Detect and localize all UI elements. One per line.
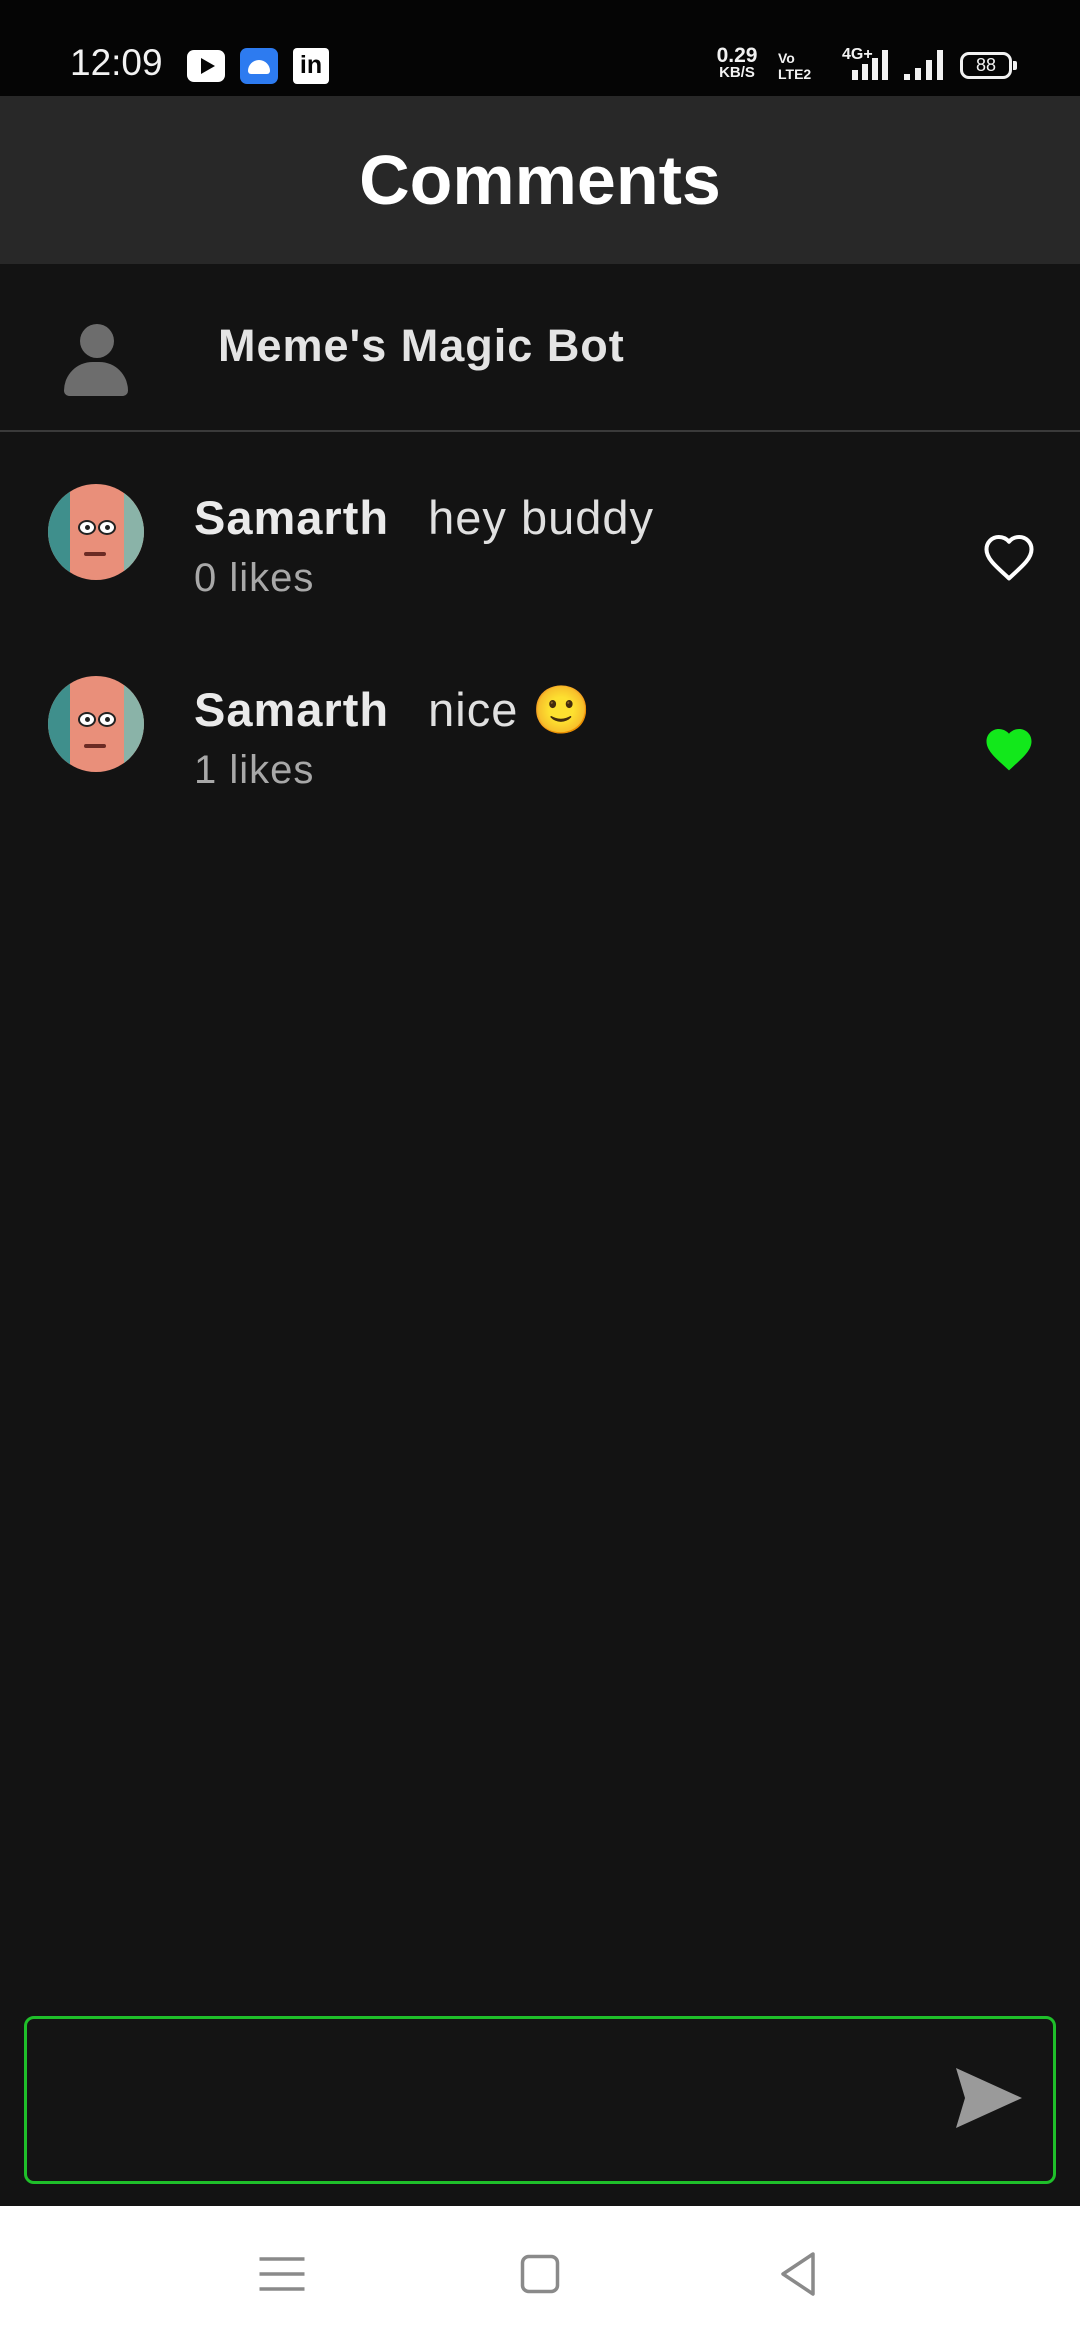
post-title: Meme's Magic Bot [218,320,625,371]
heart-filled-icon[interactable] [982,724,1036,774]
android-icon [240,48,278,84]
menu-icon[interactable] [252,2244,312,2304]
comment-line: Samarth hey buddy [194,490,654,545]
system-nav-bar [0,2206,1080,2340]
comment-line: Samarth nice 🙂 [194,682,592,738]
comment-username[interactable]: Samarth [194,491,389,544]
comment-body: nice 🙂 [428,683,592,736]
app-bar: Comments [0,96,1080,264]
status-bar: 12:09 in 0.29 KB/S Vo LTE2 4G+ 88 [0,0,1080,96]
battery-icon: 88 [960,52,1017,79]
volte-line-2: LTE2 [778,66,812,82]
volte-line-1: Vo [778,50,795,66]
signal-icon-sim2 [902,48,946,80]
comment-input[interactable] [47,2049,927,2149]
comment-username[interactable]: Samarth [194,683,389,736]
heart-outline-icon[interactable] [982,532,1036,582]
comment-body: hey buddy [428,491,655,544]
back-icon[interactable] [768,2244,828,2304]
comment-likes-count: 1 likes [194,748,315,792]
linkedin-icon: in [293,48,329,84]
avatar[interactable] [48,484,144,580]
comment-likes-count: 0 likes [194,556,315,600]
signal-icon-sim1 [840,48,888,80]
network-speed: 0.29 KB/S [713,45,761,81]
network-speed-unit: KB/S [719,64,755,81]
status-time: 12:09 [70,42,163,83]
youtube-icon [187,50,225,82]
post-header[interactable]: Meme's Magic Bot [0,264,1080,432]
home-icon[interactable] [510,2244,570,2304]
avatar[interactable] [48,676,144,772]
comment-item: Samarth nice 🙂 1 likes [0,662,1080,812]
person-icon [62,324,130,400]
volte-indicator: Vo LTE2 [778,50,818,82]
comment-item: Samarth hey buddy 0 likes [0,470,1080,620]
page-title: Comments [359,141,721,219]
send-icon[interactable] [953,2065,1025,2131]
comment-composer [24,2016,1056,2184]
